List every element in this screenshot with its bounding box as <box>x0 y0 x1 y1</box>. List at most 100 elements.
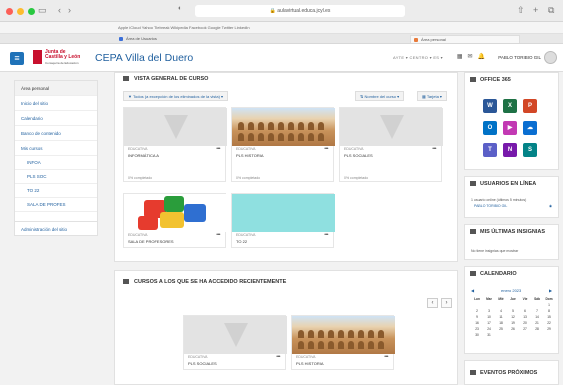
course-name[interactable]: PLS HISTORIA <box>236 153 264 158</box>
calendar-day[interactable]: 23 <box>471 327 483 331</box>
course-image[interactable] <box>184 316 287 354</box>
filter-dropdown[interactable]: ▼ Todos (a excepción de los eliminados d… <box>123 91 229 101</box>
course-menu-icon[interactable]: ••• <box>216 146 220 152</box>
course-menu-icon[interactable]: ••• <box>276 354 280 360</box>
office-app-icon[interactable]: N <box>503 143 517 157</box>
messages-icon[interactable]: ✉ <box>467 53 472 60</box>
course-menu-icon[interactable]: ••• <box>432 146 436 152</box>
address-bar[interactable]: 🔒 aulavirtual.educa.jcyl.es <box>195 5 405 17</box>
calendar-day[interactable]: 16 <box>471 321 483 325</box>
sidebar-item[interactable]: Banco de contenido <box>15 126 97 141</box>
sidebar-item[interactable]: Área personal <box>15 81 97 96</box>
calendar-prev-icon[interactable]: ◀ <box>471 288 474 293</box>
sidebar-item[interactable]: Calendario <box>15 111 97 126</box>
calendar-day[interactable]: 6 <box>519 309 531 313</box>
new-tab-icon[interactable]: + <box>533 5 538 15</box>
calendar-day[interactable]: 8 <box>543 309 555 313</box>
course-menu-icon[interactable]: ••• <box>384 354 388 360</box>
course-image[interactable] <box>340 108 443 146</box>
calendar-day[interactable]: 1 <box>543 303 555 307</box>
sidebar-toggle-icon[interactable]: ▭ <box>38 5 47 16</box>
menu-toggle-button[interactable]: ≡ <box>10 52 24 65</box>
course-name[interactable]: PLS SOCIALES <box>344 153 373 158</box>
avatar[interactable] <box>544 51 557 64</box>
calendar-day[interactable]: 9 <box>471 315 483 319</box>
course-menu-icon[interactable]: ••• <box>324 146 328 152</box>
close-window-icon[interactable] <box>6 8 13 15</box>
calendar-day[interactable]: 19 <box>507 321 519 325</box>
course-card[interactable]: EDUCATIVA SALA DE PROFESORES ••• <box>123 193 227 248</box>
course-card[interactable]: EDUCATIVA PLS HISTORIA ••• <box>291 315 395 370</box>
course-image[interactable] <box>232 194 335 232</box>
jcyl-logo[interactable]: Junta de Castilla y León Consejería de E… <box>33 49 85 68</box>
nav-item-admin[interactable]: Administración del sitio <box>15 222 97 237</box>
calendar-day[interactable]: 13 <box>519 315 531 319</box>
course-name[interactable]: PLS HISTORIA <box>296 361 324 366</box>
calendar-day[interactable]: 28 <box>531 327 543 331</box>
online-user-link[interactable]: PABLO TORIBIO GIL <box>474 204 507 208</box>
course-card[interactable]: EDUCATIVA PLS SOCIALES ••• <box>183 315 287 370</box>
calendar-day[interactable]: 30 <box>471 333 483 337</box>
calendar-day[interactable]: 10 <box>483 315 495 319</box>
office-app-icon[interactable]: ▶ <box>503 121 517 135</box>
course-card[interactable]: EDUCATIVA INFORMÁTICA A ••• 0% completado <box>123 107 227 182</box>
course-image[interactable] <box>124 108 227 146</box>
sidebar-item[interactable]: Inicio del sitio <box>15 96 97 111</box>
office-app-icon[interactable]: T <box>483 143 497 157</box>
sort-dropdown[interactable]: ⇅ Nombre del curso ▾ <box>355 91 405 101</box>
calendar-day[interactable]: 18 <box>495 321 507 325</box>
grid-icon[interactable]: ▦ <box>457 53 463 60</box>
course-image[interactable] <box>292 316 395 354</box>
notifications-icon[interactable]: 🔔 <box>478 53 485 60</box>
course-image[interactable] <box>232 108 335 146</box>
office-app-icon[interactable]: P <box>523 99 537 113</box>
sidebar-item[interactable]: TO 22 <box>15 184 97 198</box>
office-app-icon[interactable]: W <box>483 99 497 113</box>
browser-tab-users[interactable]: Área de Usuarios <box>116 35 306 43</box>
calendar-day[interactable]: 20 <box>519 321 531 325</box>
calendar-day[interactable]: 4 <box>495 309 507 313</box>
eye-icon[interactable]: ◉ <box>549 204 552 208</box>
course-name[interactable]: SALA DE PROFESORES <box>128 239 174 244</box>
zoom-window-icon[interactable] <box>28 8 35 15</box>
bookmarks-list[interactable]: Apple iCloud Yahoo Tiebreak Wikipedia Fa… <box>118 25 250 30</box>
calendar-day[interactable]: 14 <box>531 315 543 319</box>
sidebar-item[interactable]: PLS SOC <box>15 170 97 184</box>
course-card[interactable]: EDUCATIVA TO 22 ••• <box>231 193 335 248</box>
office-app-icon[interactable]: S <box>523 143 537 157</box>
calendar-day[interactable]: 5 <box>507 309 519 313</box>
calendar-day[interactable]: 27 <box>519 327 531 331</box>
calendar-day[interactable]: 21 <box>531 321 543 325</box>
calendar-day[interactable]: 15 <box>543 315 555 319</box>
calendar-day[interactable]: 26 <box>507 327 519 331</box>
forward-icon[interactable]: › <box>68 5 71 15</box>
course-name[interactable]: PLS SOCIALES <box>188 361 217 366</box>
course-name[interactable]: TO 22 <box>236 239 247 244</box>
course-menu-icon[interactable]: ••• <box>216 232 220 238</box>
back-icon[interactable]: ‹ <box>58 5 61 15</box>
course-image[interactable] <box>124 194 227 232</box>
calendar-day[interactable]: 17 <box>483 321 495 325</box>
calendar-day[interactable]: 24 <box>483 327 495 331</box>
calendar-day[interactable]: 22 <box>543 321 555 325</box>
next-arrow-icon[interactable]: › <box>441 298 452 308</box>
course-name[interactable]: INFORMÁTICA A <box>128 153 159 158</box>
user-menu-name[interactable]: PABLO TORIBIO GIL <box>498 55 541 60</box>
tab-overview-icon[interactable]: ⧉ <box>548 5 554 16</box>
calendar-day[interactable]: 7 <box>531 309 543 313</box>
calendar-day[interactable]: 3 <box>483 309 495 313</box>
view-dropdown[interactable]: ▦ Tarjeta ▾ <box>417 91 447 101</box>
calendar-day[interactable]: 25 <box>495 327 507 331</box>
calendar-day[interactable]: 2 <box>471 309 483 313</box>
prev-arrow-icon[interactable]: ‹ <box>427 298 438 308</box>
header-menu[interactable]: AYTE ▾ CENTRO ▾ ES ▾ <box>393 55 443 60</box>
calendar-day[interactable]: 12 <box>507 315 519 319</box>
browser-tab-area-personal[interactable]: Área personal <box>410 35 520 43</box>
calendar-day[interactable]: 31 <box>483 333 495 337</box>
site-name[interactable]: CEPA Villa del Duero <box>95 52 193 64</box>
share-icon[interactable]: ⇧ <box>517 5 525 16</box>
calendar-day[interactable]: 29 <box>543 327 555 331</box>
sidebar-item[interactable]: Mis cursos <box>15 141 97 156</box>
calendar-day[interactable]: 11 <box>495 315 507 319</box>
sidebar-item[interactable]: INFOA <box>15 156 97 170</box>
